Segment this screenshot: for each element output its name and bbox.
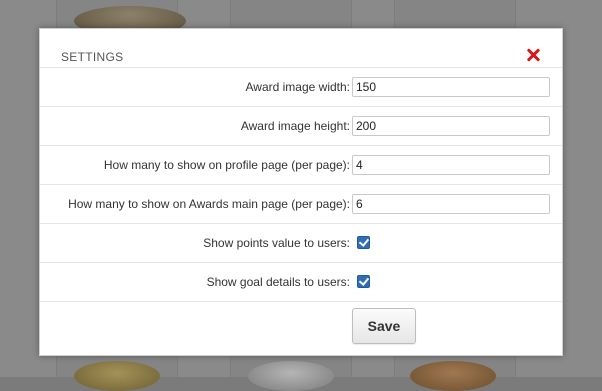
dialog-title: SETTINGS xyxy=(61,50,124,64)
show-points-label: Show points value to users: xyxy=(203,236,350,250)
award-image-height-label: Award image height: xyxy=(240,119,350,133)
bronze-trophy-image xyxy=(410,361,496,391)
silver-trophy-image xyxy=(248,361,334,391)
setting-row-show-goal-details: Show goal details to users: xyxy=(40,263,562,302)
setting-row-awards-main-page-count: How many to show on Awards main page (pe… xyxy=(40,185,562,224)
dialog-header: SETTINGS xyxy=(40,29,562,68)
profile-page-count-input[interactable] xyxy=(352,155,550,175)
award-image-width-input[interactable] xyxy=(352,77,550,97)
gold-trophy-image xyxy=(74,361,160,391)
award-image-height-input[interactable] xyxy=(352,116,550,136)
settings-dialog: SETTINGS Award image width: Award image … xyxy=(39,28,563,356)
close-icon[interactable] xyxy=(526,48,540,62)
profile-page-count-label: How many to show on profile page (per pa… xyxy=(103,158,350,172)
setting-row-show-points: Show points value to users: xyxy=(40,224,562,263)
awards-main-page-count-label: How many to show on Awards main page (pe… xyxy=(68,197,350,211)
settings-form: Award image width: Award image height: H… xyxy=(40,68,562,302)
award-image-width-label: Award image width: xyxy=(245,80,351,94)
save-button[interactable]: Save xyxy=(352,308,416,344)
show-points-checkbox[interactable] xyxy=(357,236,370,249)
awards-main-page-count-input[interactable] xyxy=(352,194,550,214)
setting-row-award-image-height: Award image height: xyxy=(40,107,562,146)
show-goal-details-checkbox[interactable] xyxy=(357,275,370,288)
show-goal-details-label: Show goal details to users: xyxy=(206,275,350,289)
setting-row-profile-page-count: How many to show on profile page (per pa… xyxy=(40,146,562,185)
setting-row-award-image-width: Award image width: xyxy=(40,68,562,107)
